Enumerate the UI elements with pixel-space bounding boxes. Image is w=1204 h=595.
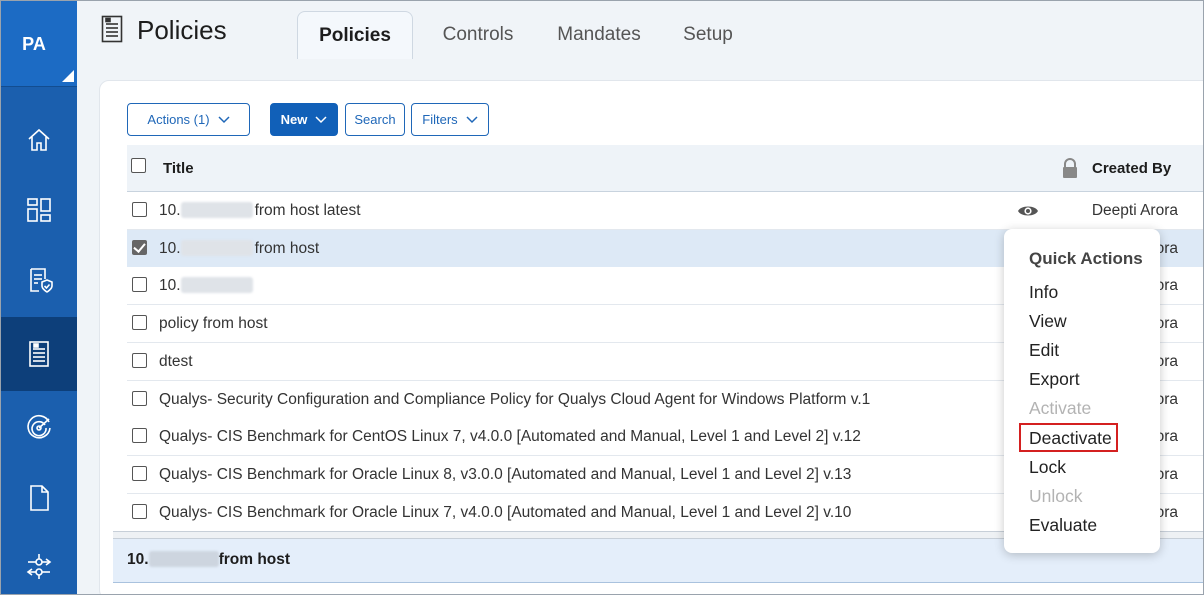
redacted-text xyxy=(180,277,253,294)
connector-icon xyxy=(26,554,52,579)
row-title[interactable]: Qualys- CIS Benchmark for Oracle Linux 8… xyxy=(159,466,851,484)
row-title[interactable]: 10. xyxy=(159,277,253,295)
search-button[interactable]: Search xyxy=(345,103,405,136)
tab-mandates[interactable]: Mandates xyxy=(543,11,655,59)
row-checkbox[interactable] xyxy=(132,428,147,444)
row-checkbox[interactable] xyxy=(132,202,147,217)
eye-icon[interactable] xyxy=(1017,203,1039,219)
row-title-prefix: 10. xyxy=(159,239,181,257)
detail-title-suffix: from host xyxy=(218,551,291,568)
sidebar-item-connectors[interactable] xyxy=(1,529,77,594)
quick-action-activate: Activate xyxy=(1029,398,1092,419)
filters-button-label: Filters xyxy=(422,112,458,127)
file-icon xyxy=(30,485,49,511)
quick-action-export[interactable]: Export xyxy=(1029,369,1080,390)
table-header xyxy=(127,145,1203,192)
actions-button-label: Actions (1) xyxy=(147,112,210,127)
row-checkbox[interactable] xyxy=(132,390,147,406)
row-checkbox[interactable] xyxy=(132,239,147,255)
row-title-prefix: policy from host xyxy=(159,315,268,333)
page-title: Policies xyxy=(137,15,227,45)
quick-action-info[interactable]: Info xyxy=(1029,282,1058,303)
chevron-down-icon xyxy=(466,115,478,123)
row-title-prefix: Qualys- CIS Benchmark for Oracle Linux 8… xyxy=(159,465,852,483)
actions-dropdown-button[interactable]: Actions (1) xyxy=(127,103,250,136)
tab-controls[interactable]: Controls xyxy=(427,11,529,59)
chevron-down-icon xyxy=(315,115,327,123)
row-title[interactable]: dtest xyxy=(159,353,193,371)
row-title-prefix: Qualys- CIS Benchmark for CentOS Linux 7… xyxy=(159,428,861,446)
column-header-title[interactable]: Title xyxy=(163,160,194,177)
quick-action-view[interactable]: View xyxy=(1029,311,1067,332)
sidebar-item-reports[interactable] xyxy=(1,461,77,535)
sidebar-item-dashboard[interactable] xyxy=(1,173,77,247)
redacted-text xyxy=(148,551,219,567)
compliance-document-icon xyxy=(30,268,53,293)
app-window: PA Policies Policies Controls Mandates S… xyxy=(0,0,1204,595)
row-checkbox[interactable] xyxy=(132,352,147,368)
new-button-label: New xyxy=(280,112,308,127)
row-title[interactable]: policy from host xyxy=(159,315,268,333)
column-header-created-by[interactable]: Created By xyxy=(1092,160,1171,177)
sidebar-item-scans[interactable] xyxy=(1,391,77,465)
quick-actions-title: Quick Actions xyxy=(1029,249,1143,268)
redacted-text xyxy=(180,202,253,218)
quick-action-evaluate[interactable]: Evaluate xyxy=(1029,515,1097,536)
row-title[interactable]: Qualys- CIS Benchmark for CentOS Linux 7… xyxy=(159,428,861,446)
policies-icon xyxy=(29,341,49,367)
chevron-down-icon xyxy=(218,115,230,123)
deactivate-highlight-box xyxy=(1019,423,1118,452)
row-title-prefix: 10. xyxy=(159,202,181,219)
sidebar-item-policies[interactable] xyxy=(1,317,77,391)
row-checkbox[interactable] xyxy=(132,465,147,481)
home-icon xyxy=(28,128,50,151)
row-checkbox[interactable] xyxy=(132,277,147,293)
app-label: PA xyxy=(22,34,46,54)
tab-setup[interactable]: Setup xyxy=(669,11,747,59)
row-title-suffix: from host latest xyxy=(254,202,361,219)
row-title-prefix: dtest xyxy=(159,352,193,370)
sidebar-item-home[interactable] xyxy=(1,103,77,177)
row-title-prefix: Qualys- Security Configuration and Compl… xyxy=(159,390,871,408)
select-all-checkbox[interactable] xyxy=(131,158,146,173)
dashboard-icon xyxy=(27,198,51,222)
policies-header-icon xyxy=(101,15,123,43)
scan-radar-icon xyxy=(27,415,51,439)
app-switcher-corner-icon xyxy=(62,70,74,82)
table-row[interactable]: 10. from host latest Deepti Arora xyxy=(127,192,1203,230)
detail-title: 10. from host xyxy=(127,551,290,569)
new-dropdown-button[interactable]: New xyxy=(270,103,338,136)
sidebar-item-compliance[interactable] xyxy=(1,243,77,317)
app-switcher[interactable]: PA xyxy=(1,1,77,87)
tab-policies[interactable]: Policies xyxy=(297,11,413,59)
quick-action-unlock: Unlock xyxy=(1029,485,1083,506)
row-checkbox[interactable] xyxy=(132,315,147,331)
row-title[interactable]: 10. from host latest xyxy=(159,202,361,220)
row-created-by: Deepti Arora xyxy=(1091,202,1178,219)
row-checkbox[interactable] xyxy=(132,503,147,519)
row-title-prefix: Qualys- CIS Benchmark for Oracle Linux 7… xyxy=(159,503,852,521)
sidebar: PA xyxy=(1,1,77,594)
redacted-text xyxy=(180,239,253,256)
row-title[interactable]: 10. from host xyxy=(159,239,320,258)
quick-action-lock[interactable]: Lock xyxy=(1029,457,1066,478)
row-title-prefix: 10. xyxy=(159,277,181,295)
row-title-suffix: from host xyxy=(254,239,320,257)
lock-icon xyxy=(1063,158,1077,178)
row-title[interactable]: Qualys- Security Configuration and Compl… xyxy=(159,391,870,409)
filters-dropdown-button[interactable]: Filters xyxy=(411,103,489,136)
quick-action-edit[interactable]: Edit xyxy=(1029,340,1059,361)
detail-title-prefix: 10. xyxy=(127,551,149,568)
row-title[interactable]: Qualys- CIS Benchmark for Oracle Linux 7… xyxy=(159,504,851,522)
